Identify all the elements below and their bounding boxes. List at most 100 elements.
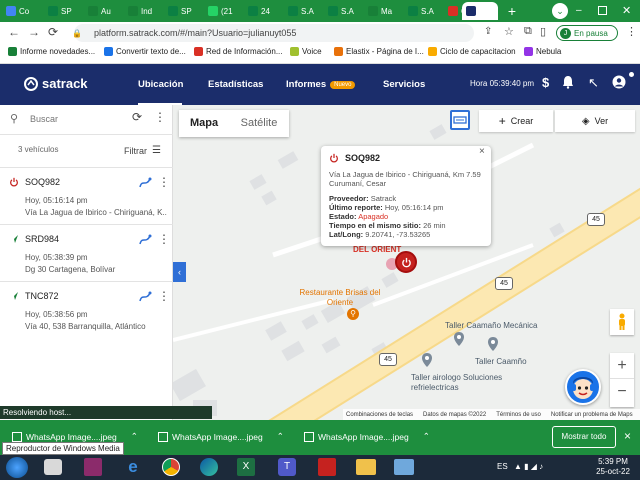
- nav-informes[interactable]: Informes Nuevo: [286, 64, 356, 105]
- back-icon[interactable]: ←: [8, 25, 20, 39]
- filter-button[interactable]: Filtrar ☰: [124, 145, 161, 156]
- minimize-button[interactable]: –: [576, 6, 586, 16]
- currency-icon[interactable]: $: [542, 75, 549, 90]
- collapse-sidebar-button[interactable]: ‹: [173, 262, 186, 282]
- crear-button[interactable]: + Crear: [479, 110, 553, 132]
- taskbar-folder-icon[interactable]: [356, 459, 376, 475]
- maximize-button[interactable]: [598, 6, 607, 15]
- place-taller-caamano-mecanica[interactable]: Taller Caamaño Mecánica: [445, 321, 538, 330]
- tray-icons[interactable]: ▲ ▮ ◢ ♪: [514, 462, 543, 471]
- browser-tab[interactable]: S.A: [324, 2, 362, 20]
- latlong-label: Lat/Long:: [329, 230, 364, 239]
- street-view-pegman[interactable]: [610, 309, 634, 335]
- taskbar-edge-icon[interactable]: [200, 458, 218, 476]
- bookmark-item[interactable]: Nebula: [524, 47, 561, 56]
- clock[interactable]: 5:39 PM 25-oct-22: [590, 457, 636, 477]
- download-item[interactable]: WhatsApp Image....jpeg ⌃: [12, 431, 138, 442]
- taskbar-excel-icon[interactable]: X: [237, 458, 255, 476]
- taskbar-ie-icon[interactable]: e: [124, 458, 142, 476]
- user-account-icon[interactable]: [612, 75, 626, 91]
- place-restaurante[interactable]: Restaurante Brisas del Oriente: [295, 288, 385, 308]
- reload-icon[interactable]: ⟳: [48, 25, 58, 39]
- vehicle-options-icon[interactable]: ⋮: [158, 289, 170, 303]
- browser-tab[interactable]: S.A: [284, 2, 322, 20]
- vehicle-marker[interactable]: [395, 251, 417, 273]
- satrack-logo[interactable]: satrack: [24, 76, 88, 91]
- zoom-in-button[interactable]: +: [610, 353, 634, 379]
- start-button[interactable]: [6, 457, 28, 478]
- url-field[interactable]: 🔒 platform.satrack.com/#/main?Usuario=ju…: [72, 24, 474, 42]
- chevron-up-icon[interactable]: ⌃: [277, 431, 284, 442]
- taskbar-teams-icon[interactable]: T: [278, 458, 296, 476]
- keyboard-shortcuts-link[interactable]: Combinaciones de teclas: [346, 412, 413, 418]
- vehicle-options-icon[interactable]: ⋮: [158, 232, 170, 246]
- download-item[interactable]: WhatsApp Image....jpeg ⌃: [158, 431, 284, 442]
- cursor-arrow-icon[interactable]: ↖: [588, 75, 599, 91]
- report-problem-link[interactable]: Notificar un problema de Maps: [551, 412, 633, 418]
- route-icon[interactable]: [138, 234, 152, 248]
- search-input[interactable]: [30, 112, 120, 126]
- browser-tab[interactable]: Ind: [124, 2, 162, 20]
- ver-button[interactable]: ◈ Ver: [555, 110, 635, 132]
- bookmark-item[interactable]: Elastix - Página de I...: [334, 47, 424, 56]
- taskbar-acrobat-icon[interactable]: [318, 458, 336, 476]
- browser-tab[interactable]: Au: [84, 2, 122, 20]
- bookmark-item[interactable]: Voice: [290, 47, 322, 56]
- share-icon[interactable]: ⇪: [484, 26, 492, 37]
- chevron-up-icon[interactable]: ⌃: [131, 431, 138, 442]
- keyboard-tool-button[interactable]: [450, 110, 470, 130]
- tab-search-icon[interactable]: ⌄: [552, 3, 568, 19]
- terms-link[interactable]: Términos de uso: [496, 412, 541, 418]
- taskbar-winrar-icon[interactable]: [84, 458, 102, 476]
- close-window-button[interactable]: ✕: [622, 4, 631, 17]
- vehicle-list-item[interactable]: SRD984 ⋮ Hoy, 05:38:39 pm Dg 30 Cartagena, …: [0, 224, 173, 281]
- browser-tab[interactable]: S.A: [404, 2, 442, 20]
- refresh-icon[interactable]: ⟳: [132, 110, 142, 124]
- popup-close-button[interactable]: ×: [479, 146, 485, 157]
- zoom-out-button[interactable]: −: [610, 379, 634, 405]
- vehicle-info-popup: SOQ982 × Vía La Jagua de Ibirico - Chiri…: [321, 146, 491, 246]
- assistant-avatar[interactable]: [565, 369, 601, 405]
- vehicle-list-item[interactable]: SOQ982 ⋮ Hoy, 05:16:14 pm Vía La Jagua de I…: [0, 167, 173, 224]
- place-taller-caamno[interactable]: Taller Caamño: [475, 357, 527, 366]
- bookmark-item[interactable]: Convertir texto de...: [104, 47, 186, 56]
- nav-ubicacion[interactable]: Ubicación: [138, 64, 183, 105]
- route-icon[interactable]: [138, 177, 152, 191]
- browser-tab[interactable]: SP: [44, 2, 82, 20]
- browser-tab[interactable]: Co: [2, 2, 40, 20]
- taskbar-chrome-icon[interactable]: [162, 458, 180, 476]
- browser-tab[interactable]: SP: [164, 2, 202, 20]
- browser-tab[interactable]: 24: [244, 2, 282, 20]
- browser-tab[interactable]: [462, 2, 498, 20]
- bookmark-item[interactable]: Red de Información...: [194, 47, 282, 56]
- vehicle-options-icon[interactable]: ⋮: [158, 175, 170, 189]
- taskbar-app-icon[interactable]: [44, 459, 62, 475]
- show-all-button[interactable]: Mostrar todo: [552, 426, 616, 448]
- bookmark-item[interactable]: Informe novedades...: [8, 47, 95, 56]
- chevron-up-icon[interactable]: ⌃: [423, 431, 430, 442]
- download-item[interactable]: WhatsApp Image....jpeg ⌃: [304, 431, 430, 442]
- nav-estadisticas[interactable]: Estadísticas: [208, 64, 263, 105]
- language-indicator[interactable]: ES: [497, 462, 508, 471]
- more-options-icon[interactable]: ⋮: [154, 110, 166, 124]
- tab-satelite[interactable]: Satélite: [229, 110, 289, 137]
- forward-icon[interactable]: →: [28, 25, 40, 39]
- browser-tab[interactable]: (21: [204, 2, 242, 20]
- nav-servicios[interactable]: Servicios: [383, 64, 425, 105]
- tab-mapa[interactable]: Mapa: [179, 110, 229, 137]
- close-downloads-button[interactable]: ×: [624, 429, 631, 443]
- taskbar-window-icon[interactable]: [394, 459, 414, 475]
- extensions-icon[interactable]: ⧉: [524, 25, 532, 38]
- star-icon[interactable]: ☆: [504, 25, 514, 38]
- new-tab-button[interactable]: +: [504, 3, 520, 19]
- sidebar-toggle-icon[interactable]: ▯: [540, 25, 546, 38]
- tab-favicon: [128, 6, 138, 16]
- bookmark-item[interactable]: Ciclo de capacitacion: [428, 47, 516, 56]
- bell-icon[interactable]: [562, 75, 574, 91]
- profile-button[interactable]: J En pausa: [556, 25, 618, 41]
- browser-tab[interactable]: Ma: [364, 2, 402, 20]
- route-icon[interactable]: [138, 291, 152, 305]
- menu-icon[interactable]: ⋮: [626, 25, 637, 38]
- place-taller-airologo[interactable]: Taller airologo Soluciones refrielectric…: [411, 373, 521, 393]
- vehicle-list-item[interactable]: TNC872 ⋮ Hoy, 05:38:56 pm Vía 40, 538 Barra…: [0, 281, 173, 338]
